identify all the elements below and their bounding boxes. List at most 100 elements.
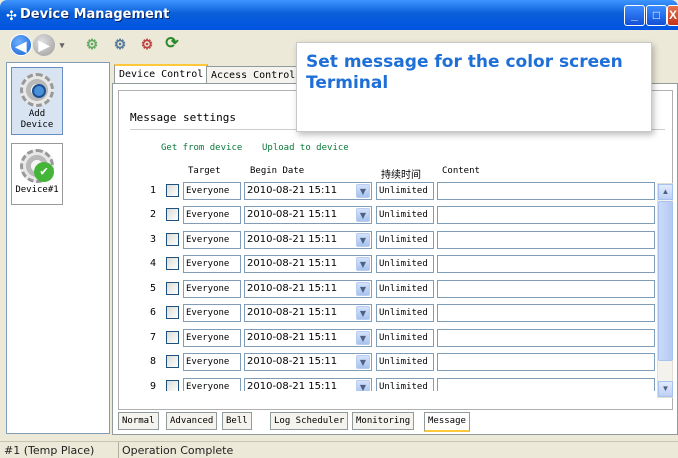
dropdown-arrow-icon[interactable]: ▼ [356, 282, 370, 296]
dropdown-arrow-icon[interactable]: ▼ [356, 380, 370, 391]
begin-date-value: 2010-08-21 15:11 [247, 234, 338, 245]
begin-date-picker[interactable]: 2010-08-21 15:11 ▼ [244, 329, 372, 347]
begin-date-value: 2010-08-21 15:11 [247, 185, 338, 196]
content-input[interactable] [437, 329, 655, 347]
back-icon[interactable]: ◀ [10, 34, 32, 56]
begin-date-picker[interactable]: 2010-08-21 15:11 ▼ [244, 304, 372, 322]
row-number: 9 [149, 381, 156, 391]
column-header-begin-date: Begin Date [250, 166, 305, 176]
tab-device-control[interactable]: Device Control [114, 64, 209, 84]
bottom-tab-advanced[interactable]: Advanced [166, 412, 218, 430]
scroll-up-icon[interactable]: ▲ [658, 184, 673, 200]
upload-to-device-link[interactable]: Upload to device [262, 143, 349, 153]
row-checkbox[interactable] [166, 331, 179, 344]
target-field[interactable]: Everyone [183, 280, 241, 298]
content-input[interactable] [437, 182, 655, 200]
dropdown-arrow-icon[interactable]: ▼ [356, 355, 370, 369]
target-field[interactable]: Everyone [183, 353, 241, 371]
row-checkbox[interactable] [166, 306, 179, 319]
row-checkbox[interactable] [166, 282, 179, 295]
dropdown-arrow-icon[interactable]: ▼ [356, 306, 370, 320]
column-header-target: Target [188, 166, 221, 176]
begin-date-picker[interactable]: 2010-08-21 15:11 ▼ [244, 353, 372, 371]
row-checkbox[interactable] [166, 355, 179, 368]
duration-field[interactable]: Unlimited [376, 280, 434, 298]
row-checkbox[interactable] [166, 184, 179, 197]
row-checkbox[interactable] [166, 257, 179, 270]
content-input[interactable] [437, 378, 655, 391]
row-checkbox[interactable] [166, 380, 179, 391]
duration-field[interactable]: Unlimited [376, 329, 434, 347]
status-divider [118, 442, 119, 458]
target-field[interactable]: Everyone [183, 182, 241, 200]
content-input[interactable] [437, 304, 655, 322]
target-field[interactable]: Everyone [183, 378, 241, 391]
scroll-thumb[interactable] [658, 201, 673, 361]
content-input[interactable] [437, 255, 655, 273]
target-field[interactable]: Everyone [183, 329, 241, 347]
row-checkbox[interactable] [166, 208, 179, 221]
device-item[interactable]: ✔ Device#1 [11, 143, 63, 205]
duration-field[interactable]: Unlimited [376, 353, 434, 371]
duration-field[interactable]: Unlimited [376, 206, 434, 224]
refresh-icon[interactable]: ⟳ [162, 34, 182, 54]
forward-icon[interactable]: ▶ [33, 34, 55, 56]
delete-device-icon[interactable]: ⚙ [137, 34, 157, 54]
row-number: 8 [149, 356, 156, 367]
dropdown-arrow-icon[interactable]: ▼ [356, 331, 370, 345]
bottom-tab-normal[interactable]: Normal [118, 412, 159, 430]
add-device-button[interactable]: Add Device [11, 67, 63, 135]
begin-date-picker[interactable]: 2010-08-21 15:11 ▼ [244, 280, 372, 298]
history-dropdown-icon[interactable]: ▾ [58, 34, 66, 56]
row-number: 6 [149, 307, 156, 318]
begin-date-value: 2010-08-21 15:11 [247, 307, 338, 318]
begin-date-value: 2010-08-21 15:11 [247, 258, 338, 269]
begin-date-picker[interactable]: 2010-08-21 15:11 ▼ [244, 231, 372, 249]
dropdown-arrow-icon[interactable]: ▼ [356, 208, 370, 222]
maximize-button[interactable]: □ [646, 5, 667, 26]
device-gear-icon[interactable]: ⚙ [82, 34, 102, 54]
scroll-down-icon[interactable]: ▼ [658, 381, 673, 397]
begin-date-picker[interactable]: 2010-08-21 15:11 ▼ [244, 378, 372, 391]
content-input[interactable] [437, 206, 655, 224]
message-row: 6 Everyone 2010-08-21 15:11 ▼ Unlimited [119, 303, 655, 327]
row-checkbox[interactable] [166, 233, 179, 246]
target-field[interactable]: Everyone [183, 304, 241, 322]
vertical-scrollbar[interactable]: ▲ ▼ [657, 183, 673, 398]
close-button[interactable]: X [667, 5, 678, 26]
content-input[interactable] [437, 280, 655, 298]
window-title: Device Management [20, 7, 170, 22]
row-number: 4 [149, 258, 156, 269]
content-input[interactable] [437, 353, 655, 371]
app-icon: ✣ [6, 8, 17, 23]
target-field[interactable]: Everyone [183, 255, 241, 273]
duration-field[interactable]: Unlimited [376, 182, 434, 200]
begin-date-picker[interactable]: 2010-08-21 15:11 ▼ [244, 255, 372, 273]
message-row: 4 Everyone 2010-08-21 15:11 ▼ Unlimited [119, 254, 655, 278]
bottom-tab-log-scheduler[interactable]: Log Scheduler [270, 412, 349, 430]
duration-field[interactable]: Unlimited [376, 378, 434, 391]
tab-access-control[interactable]: Access Control [206, 66, 301, 84]
minimize-button[interactable]: _ [624, 5, 645, 26]
dropdown-arrow-icon[interactable]: ▼ [356, 233, 370, 247]
target-field[interactable]: Everyone [183, 231, 241, 249]
target-field[interactable]: Everyone [183, 206, 241, 224]
gear-search-icon [20, 73, 54, 107]
bottom-tab-bell[interactable]: Bell [222, 412, 252, 430]
duration-field[interactable]: Unlimited [376, 304, 434, 322]
search-device-icon[interactable]: ⚙ [110, 34, 130, 54]
bottom-tab-monitoring[interactable]: Monitoring [352, 412, 415, 430]
begin-date-value: 2010-08-21 15:11 [247, 209, 338, 220]
gear-connected-icon: ✔ [20, 149, 54, 183]
begin-date-picker[interactable]: 2010-08-21 15:11 ▼ [244, 182, 372, 200]
bottom-tab-message[interactable]: Message [424, 412, 470, 432]
message-row: 9 Everyone 2010-08-21 15:11 ▼ Unlimited [119, 377, 655, 391]
begin-date-value: 2010-08-21 15:11 [247, 332, 338, 343]
begin-date-picker[interactable]: 2010-08-21 15:11 ▼ [244, 206, 372, 224]
dropdown-arrow-icon[interactable]: ▼ [356, 184, 370, 198]
duration-field[interactable]: Unlimited [376, 255, 434, 273]
dropdown-arrow-icon[interactable]: ▼ [356, 257, 370, 271]
content-input[interactable] [437, 231, 655, 249]
get-from-device-link[interactable]: Get from device [161, 143, 242, 153]
duration-field[interactable]: Unlimited [376, 231, 434, 249]
